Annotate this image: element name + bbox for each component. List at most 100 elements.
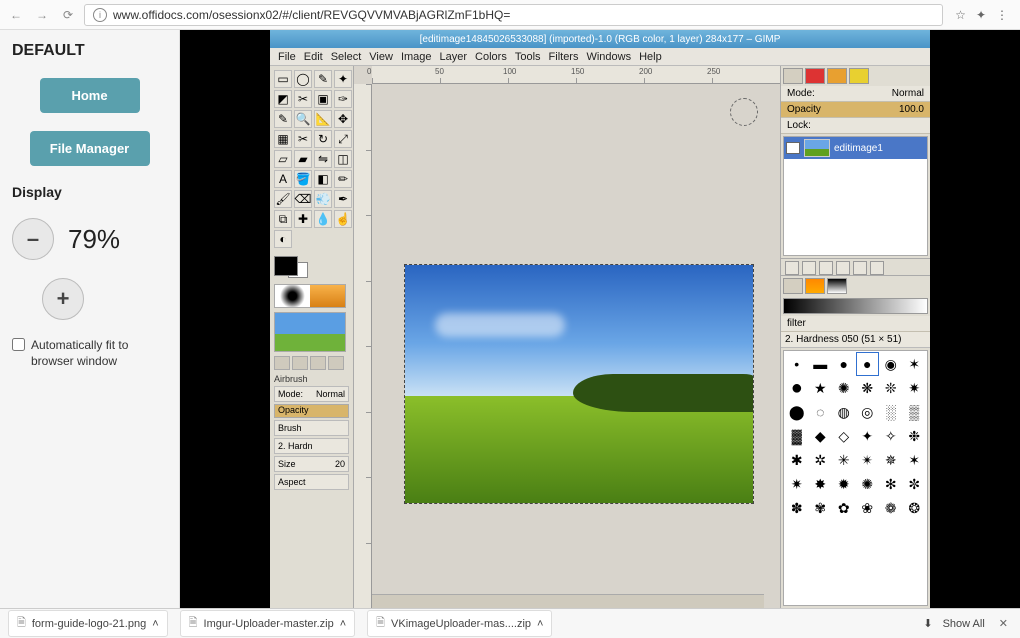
auto-fit-input[interactable] <box>12 338 25 351</box>
tool-color-picker[interactable]: ✎ <box>274 110 292 128</box>
browser-menu-icon[interactable]: ⋮ <box>996 8 1008 22</box>
brush-cell[interactable]: • <box>786 353 808 375</box>
layer-thumbnail[interactable] <box>804 139 830 157</box>
brush-cell[interactable]: ✹ <box>833 473 855 495</box>
brush-cell[interactable]: ❊ <box>880 377 902 399</box>
tool-airbrush[interactable]: 💨 <box>314 190 332 208</box>
brush-cell[interactable]: ❀ <box>857 497 879 519</box>
file-manager-button[interactable]: File Manager <box>30 131 150 166</box>
brush-cell[interactable]: ▓ <box>786 425 808 447</box>
tool-smudge[interactable]: ☝ <box>334 210 352 228</box>
brush-cell[interactable]: ❋ <box>857 377 879 399</box>
layer-opacity-row[interactable]: Opacity 100.0 <box>781 102 930 118</box>
tool-options-tab-4[interactable] <box>328 356 344 370</box>
auto-fit-checkbox[interactable]: Automatically fit to browser window <box>12 338 167 369</box>
brush-cell[interactable]: ❁ <box>880 497 902 519</box>
tool-color-select[interactable]: ◩ <box>274 90 292 108</box>
layer-lock-row[interactable]: Lock: <box>781 118 930 134</box>
tool-options-tab-2[interactable] <box>292 356 308 370</box>
brush-cell[interactable]: ✷ <box>786 473 808 495</box>
tool-mode-row[interactable]: Mode: Normal <box>274 386 349 402</box>
layers-list[interactable]: editimage1 <box>783 136 928 256</box>
tool-crop[interactable]: ✂ <box>294 130 312 148</box>
tool-paintbrush[interactable]: 🖌 <box>274 190 292 208</box>
patterns-tab[interactable] <box>805 278 825 294</box>
layer-row[interactable]: editimage1 <box>784 137 927 159</box>
brush-cell[interactable]: ◉ <box>880 353 902 375</box>
brush-cell[interactable]: ✲ <box>810 449 832 471</box>
tool-dodge[interactable]: ◐ <box>274 230 292 248</box>
tool-ellipse-select[interactable]: ◯ <box>294 70 312 88</box>
menu-help[interactable]: Help <box>639 51 662 63</box>
home-button[interactable]: Home <box>40 78 140 113</box>
tool-brush-row[interactable]: Brush <box>274 420 349 436</box>
brush-cell[interactable]: ◌ <box>810 401 832 423</box>
menu-file[interactable]: File <box>278 51 296 63</box>
brush-cell[interactable]: ● <box>786 377 808 399</box>
address-bar[interactable]: i www.offidocs.com/osessionx02/#/client/… <box>84 4 943 26</box>
brush-cell[interactable]: ● <box>857 353 879 375</box>
tool-move[interactable]: ✥ <box>334 110 352 128</box>
brush-cell[interactable]: ▒ <box>904 401 926 423</box>
brush-cell[interactable]: ◍ <box>833 401 855 423</box>
layer-name[interactable]: editimage1 <box>834 143 883 154</box>
tool-foreground[interactable]: ▣ <box>314 90 332 108</box>
image-content[interactable] <box>404 264 754 504</box>
canvas[interactable] <box>372 84 780 590</box>
zoom-out-button[interactable]: – <box>12 218 54 260</box>
tool-bucket[interactable]: 🪣 <box>294 170 312 188</box>
tool-text[interactable]: A <box>274 170 292 188</box>
tool-aspect-row[interactable]: Aspect <box>274 474 349 490</box>
ruler-vertical[interactable] <box>354 84 372 608</box>
tool-align[interactable]: ▦ <box>274 130 292 148</box>
download-incoming-icon[interactable]: ⬇ <box>923 617 932 630</box>
tool-flip[interactable]: ⇋ <box>314 150 332 168</box>
brushes-tab[interactable] <box>783 278 803 294</box>
lower-layer-icon[interactable] <box>819 261 833 275</box>
brush-cell[interactable]: ░ <box>880 401 902 423</box>
brush-filter-row[interactable]: filter <box>781 316 930 332</box>
image-thumbnail[interactable] <box>274 312 346 352</box>
gradient-preview[interactable] <box>783 298 928 314</box>
download-item[interactable]: 🗎 form-guide-logo-21.png ˄ <box>8 610 168 637</box>
brush-cell[interactable]: ✺ <box>857 473 879 495</box>
zoom-in-button[interactable]: + <box>42 278 84 320</box>
brush-cell[interactable]: ✻ <box>880 473 902 495</box>
brush-cell[interactable]: ✽ <box>786 497 808 519</box>
tool-eraser[interactable]: ⌫ <box>294 190 312 208</box>
brush-cell[interactable]: ✳ <box>833 449 855 471</box>
tool-blend[interactable]: ◧ <box>314 170 332 188</box>
anchor-layer-icon[interactable] <box>853 261 867 275</box>
menu-edit[interactable]: Edit <box>304 51 323 63</box>
brush-cell[interactable]: ⬤ <box>786 401 808 423</box>
tool-fuzzy-select[interactable]: ✦ <box>334 70 352 88</box>
tool-size-row[interactable]: Size 20 <box>274 456 349 472</box>
brush-cell[interactable]: ✵ <box>880 449 902 471</box>
horizontal-scrollbar[interactable] <box>372 594 764 608</box>
brush-cell[interactable]: ✶ <box>904 449 926 471</box>
color-swatches[interactable] <box>274 254 349 278</box>
tool-measure[interactable]: 📐 <box>314 110 332 128</box>
tool-clone[interactable]: ⧉ <box>274 210 292 228</box>
extension-icon[interactable]: ✦ <box>976 8 986 22</box>
tool-options-tab-3[interactable] <box>310 356 326 370</box>
menu-tools[interactable]: Tools <box>515 51 541 63</box>
delete-layer-icon[interactable] <box>870 261 884 275</box>
forward-button[interactable]: → <box>32 5 52 25</box>
layer-visibility-icon[interactable] <box>786 142 800 154</box>
chevron-up-icon[interactable]: ˄ <box>152 618 158 630</box>
menu-select[interactable]: Select <box>331 51 362 63</box>
brush-preview[interactable] <box>274 284 346 308</box>
brush-cell[interactable]: ● <box>833 353 855 375</box>
tool-cage[interactable]: ◫ <box>334 150 352 168</box>
tool-pencil[interactable]: ✏ <box>334 170 352 188</box>
channels-tab[interactable] <box>805 68 825 84</box>
brush-cell[interactable]: ✧ <box>880 425 902 447</box>
show-all-downloads[interactable]: Show All <box>943 618 985 630</box>
brush-cell[interactable]: ✼ <box>904 473 926 495</box>
brush-cell[interactable]: ✺ <box>833 377 855 399</box>
tool-rect-select[interactable]: ▭ <box>274 70 292 88</box>
brush-cell[interactable]: ◆ <box>810 425 832 447</box>
menu-windows[interactable]: Windows <box>586 51 631 63</box>
brush-cell[interactable]: ✶ <box>904 353 926 375</box>
